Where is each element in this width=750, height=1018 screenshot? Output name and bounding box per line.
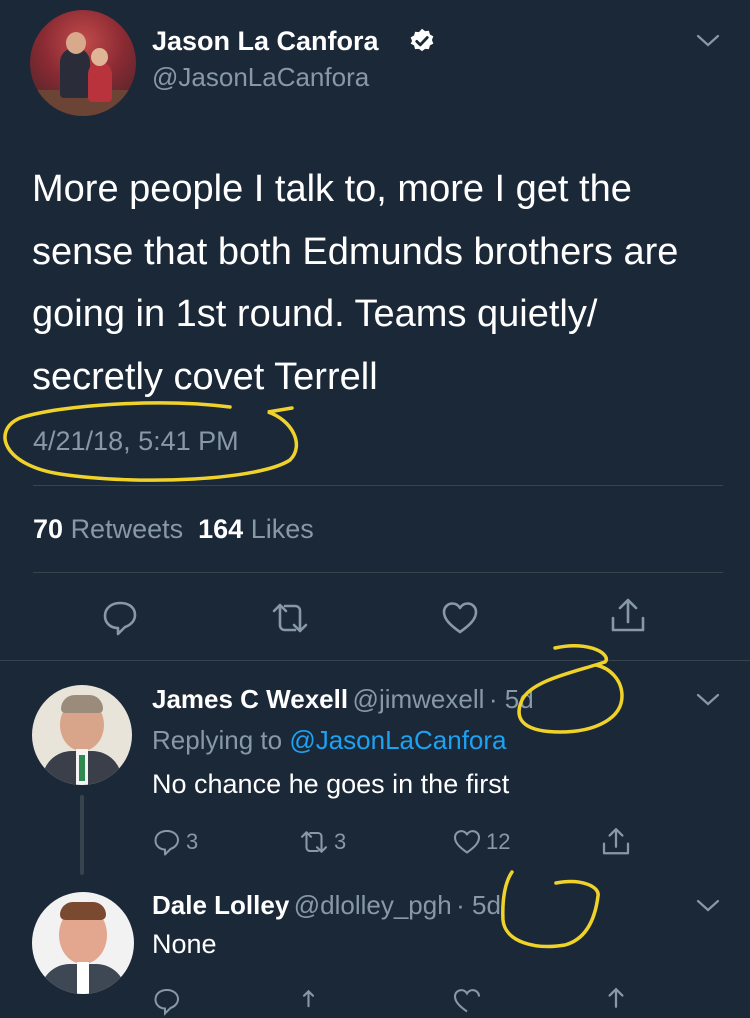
author-name[interactable]: Jason La Canfora <box>152 26 379 57</box>
tweet-text-line: going in 1st round. Teams quietly/ <box>32 293 598 335</box>
annotation-overlay <box>3 401 624 949</box>
reply-text: None <box>152 929 217 959</box>
likes-label[interactable]: Likes <box>251 514 314 544</box>
tweet-timestamp: 4/21/18, 5:41 PM <box>33 426 239 456</box>
divider <box>33 572 723 573</box>
verified-badge-icon <box>410 28 434 52</box>
reply-avatar[interactable] <box>32 892 134 994</box>
reply-icon[interactable] <box>152 986 182 1016</box>
tweet-text: More people I talk to, more I get the se… <box>32 158 732 408</box>
reply-count: 3 <box>186 829 199 854</box>
chevron-down-icon[interactable] <box>696 34 720 48</box>
retweets-label[interactable]: Retweets <box>71 514 184 544</box>
author-avatar[interactable] <box>30 10 136 116</box>
retweets-count[interactable]: 70 <box>33 514 63 544</box>
retweet-icon[interactable] <box>270 598 310 638</box>
share-icon[interactable] <box>600 986 632 1018</box>
engagement-stats: 70 Retweets 164 Likes <box>33 514 314 545</box>
reply-icon[interactable] <box>100 598 140 638</box>
replying-to-link[interactable]: @JasonLaCanfora <box>289 725 506 755</box>
reply-age: · 5d <box>488 684 534 714</box>
reply-author-name[interactable]: Dale Lolley <box>152 890 289 920</box>
reply-age-circle-annotation <box>501 870 600 949</box>
thread-line <box>80 795 84 875</box>
reply-action[interactable]: 3 <box>152 827 198 857</box>
like-icon[interactable] <box>440 598 480 638</box>
like-icon[interactable] <box>452 827 482 857</box>
tweet-text-line: sense that both Edmunds brothers are <box>32 230 679 273</box>
tweet-text-line: secretly covet Terrell <box>32 355 378 398</box>
reply-author-handle[interactable]: @dlolley_pgh <box>294 890 452 920</box>
reply-text: No chance he goes in the first <box>152 769 510 799</box>
likes-count[interactable]: 164 <box>198 514 243 544</box>
like-icon[interactable] <box>452 986 482 1016</box>
like-count: 12 <box>486 829 511 854</box>
divider <box>0 660 750 661</box>
chevron-down-icon[interactable] <box>696 899 720 913</box>
like-action[interactable]: 12 <box>452 827 510 857</box>
replying-to-prefix: Replying to <box>152 725 283 755</box>
replying-to: Replying to @JasonLaCanfora <box>152 725 507 756</box>
reply-author-handle[interactable]: @jimwexell <box>353 684 485 714</box>
tweet-text-line: More people I talk to, more I get the <box>32 168 632 210</box>
reply-age: · 5d <box>456 890 501 920</box>
chevron-down-icon[interactable] <box>696 693 720 707</box>
retweet-count: 3 <box>334 829 347 854</box>
reply-header: James C Wexell @jimwexell · 5d <box>152 684 534 715</box>
reply-icon[interactable] <box>152 827 182 857</box>
share-icon[interactable] <box>608 596 648 636</box>
reply-author-name[interactable]: James C Wexell <box>152 684 348 714</box>
divider <box>33 485 723 486</box>
reply-header: Dale Lolley @dlolley_pgh · 5d <box>152 890 501 921</box>
retweet-action[interactable]: 3 <box>298 827 346 857</box>
retweet-icon[interactable] <box>298 827 330 857</box>
reply-avatar[interactable] <box>32 685 132 785</box>
retweet-icon[interactable] <box>300 986 332 1016</box>
share-icon[interactable] <box>600 826 632 858</box>
author-handle[interactable]: @JasonLaCanfora <box>152 62 369 93</box>
reply-age-circle-annotation <box>517 643 624 734</box>
